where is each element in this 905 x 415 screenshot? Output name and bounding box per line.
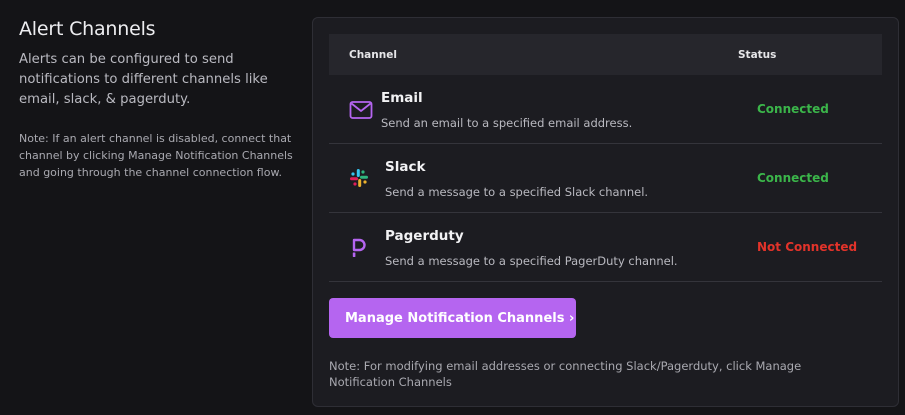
intro-note: Note: If an alert channel is disabled, c…: [19, 132, 293, 179]
intro-description: Alerts can be configured to send notific…: [19, 52, 268, 107]
column-header-channel: Channel: [349, 48, 397, 61]
page-title: Alert Channels: [19, 18, 156, 40]
channels-panel: Channel Status Email Send an email to a …: [312, 17, 899, 407]
slack-icon: [349, 168, 373, 190]
table-row-pagerduty: Pagerduty Send a message to a specified …: [329, 213, 882, 282]
status-badge: Not Connected: [757, 240, 858, 254]
channels-table: Channel Status Email Send an email to a …: [329, 34, 882, 282]
status-badge: Connected: [757, 171, 829, 185]
manage-notification-channels-button[interactable]: Manage Notification Channels ›: [329, 298, 576, 338]
channel-name: Email: [381, 90, 423, 106]
mail-icon: [349, 100, 373, 122]
channel-name: Slack: [385, 159, 426, 175]
column-header-status: Status: [738, 48, 777, 61]
pagerduty-icon: [351, 238, 375, 260]
table-row-email: Email Send an email to a specified email…: [329, 75, 882, 144]
channel-description: Send a message to a specified Slack chan…: [385, 185, 649, 199]
table-row-slack: Slack Send a message to a specified Slac…: [329, 144, 882, 213]
footnote: Note: For modifying email addresses or c…: [329, 359, 802, 389]
table-header: Channel Status: [329, 34, 882, 75]
channel-description: Send an email to a specified email addre…: [381, 116, 633, 130]
channel-name: Pagerduty: [385, 228, 464, 244]
status-badge: Connected: [757, 102, 829, 116]
alert-channels-intro: Alert Channels Alerts can be configured …: [19, 18, 309, 181]
channel-description: Send a message to a specified PagerDuty …: [385, 254, 678, 268]
